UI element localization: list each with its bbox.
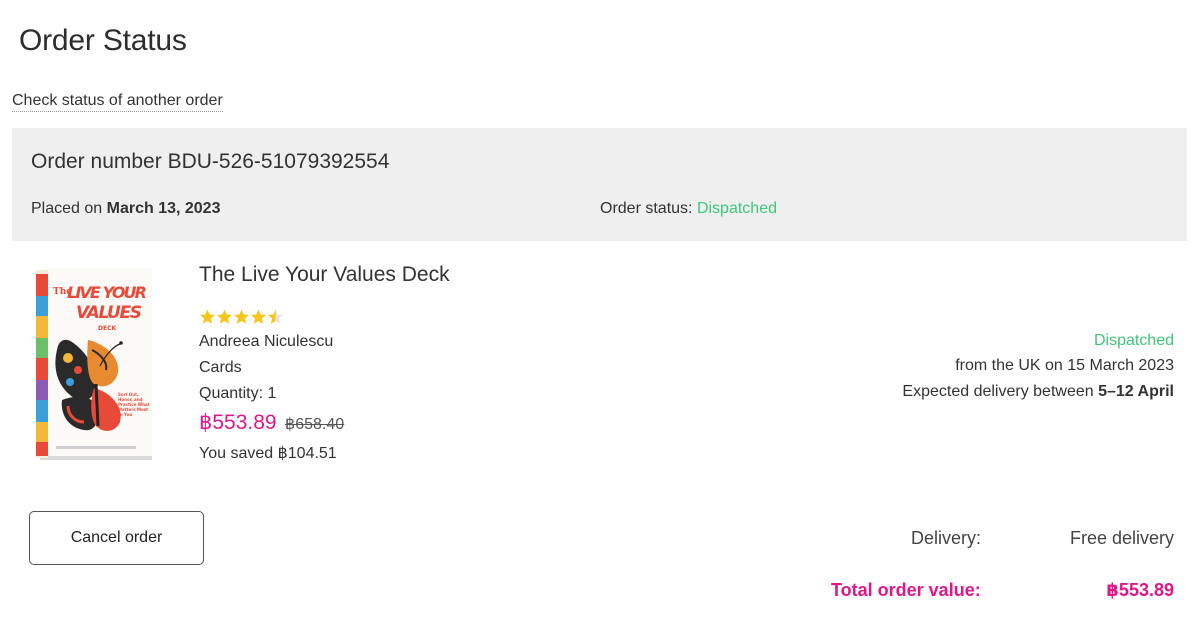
expected-delivery-label: Expected delivery between [902,383,1094,400]
expected-delivery-range: 5–12 April [1098,383,1174,400]
half-star-icon [267,309,284,324]
order-status-label: Order status: [600,200,693,217]
total-label: Total order value: [831,580,981,600]
order-header-panel: Order number BDU-526-51079392554 Placed … [12,128,1187,241]
cover-tagline: Sort Out, Honor, and Practice What Matte… [118,392,150,417]
product-cover-image[interactable]: The LIVE YOUR VALUES DECK Sort Out, Hono… [34,266,154,462]
current-price: ฿553.89 [199,411,277,434]
price-row: ฿553.89 ฿658.40 [199,410,344,435]
star-icon [233,309,250,324]
cancel-order-button[interactable]: Cancel order [29,511,204,565]
cover-title-line-2: LIVE YOUR [67,283,147,302]
order-number-value: BDU-526-51079392554 [167,150,390,173]
delivery-value: Free delivery [1069,528,1174,548]
placed-on-date: March 13, 2023 [106,200,221,217]
page-title: Order Status [19,24,187,57]
order-number: Order number BDU-526-51079392554 [31,150,389,174]
star-icon [199,309,216,324]
saved-amount: You saved ฿104.51 [199,445,337,462]
order-number-label: Order number [31,150,162,173]
product-author[interactable]: Andreea Niculescu [199,333,333,351]
placed-on: Placed on March 13, 2023 [31,200,220,218]
total-value: ฿553.89 [1106,580,1174,600]
cover-title-line-3: VALUES [76,303,142,323]
original-price: ฿658.40 [285,416,345,433]
product-title[interactable]: The Live Your Values Deck [199,263,450,287]
shipping-status: Dispatched [1093,332,1174,349]
check-another-order-link[interactable]: Check status of another order [12,92,223,112]
product-quantity: Quantity: 1 [199,385,277,402]
cover-title-line-4: DECK [98,325,116,332]
shipping-origin: from the UK on 15 March 2023 [955,357,1174,374]
product-format: Cards [199,359,242,376]
star-icon [250,309,267,324]
order-status: Order status: Dispatched [600,200,777,218]
placed-on-label: Placed on [31,200,103,217]
star-icon [216,309,233,324]
expected-delivery: Expected delivery between 5–12 April [902,383,1174,401]
rating-stars [199,308,284,326]
order-status-value: Dispatched [696,200,777,217]
delivery-label: Delivery: [911,528,982,548]
